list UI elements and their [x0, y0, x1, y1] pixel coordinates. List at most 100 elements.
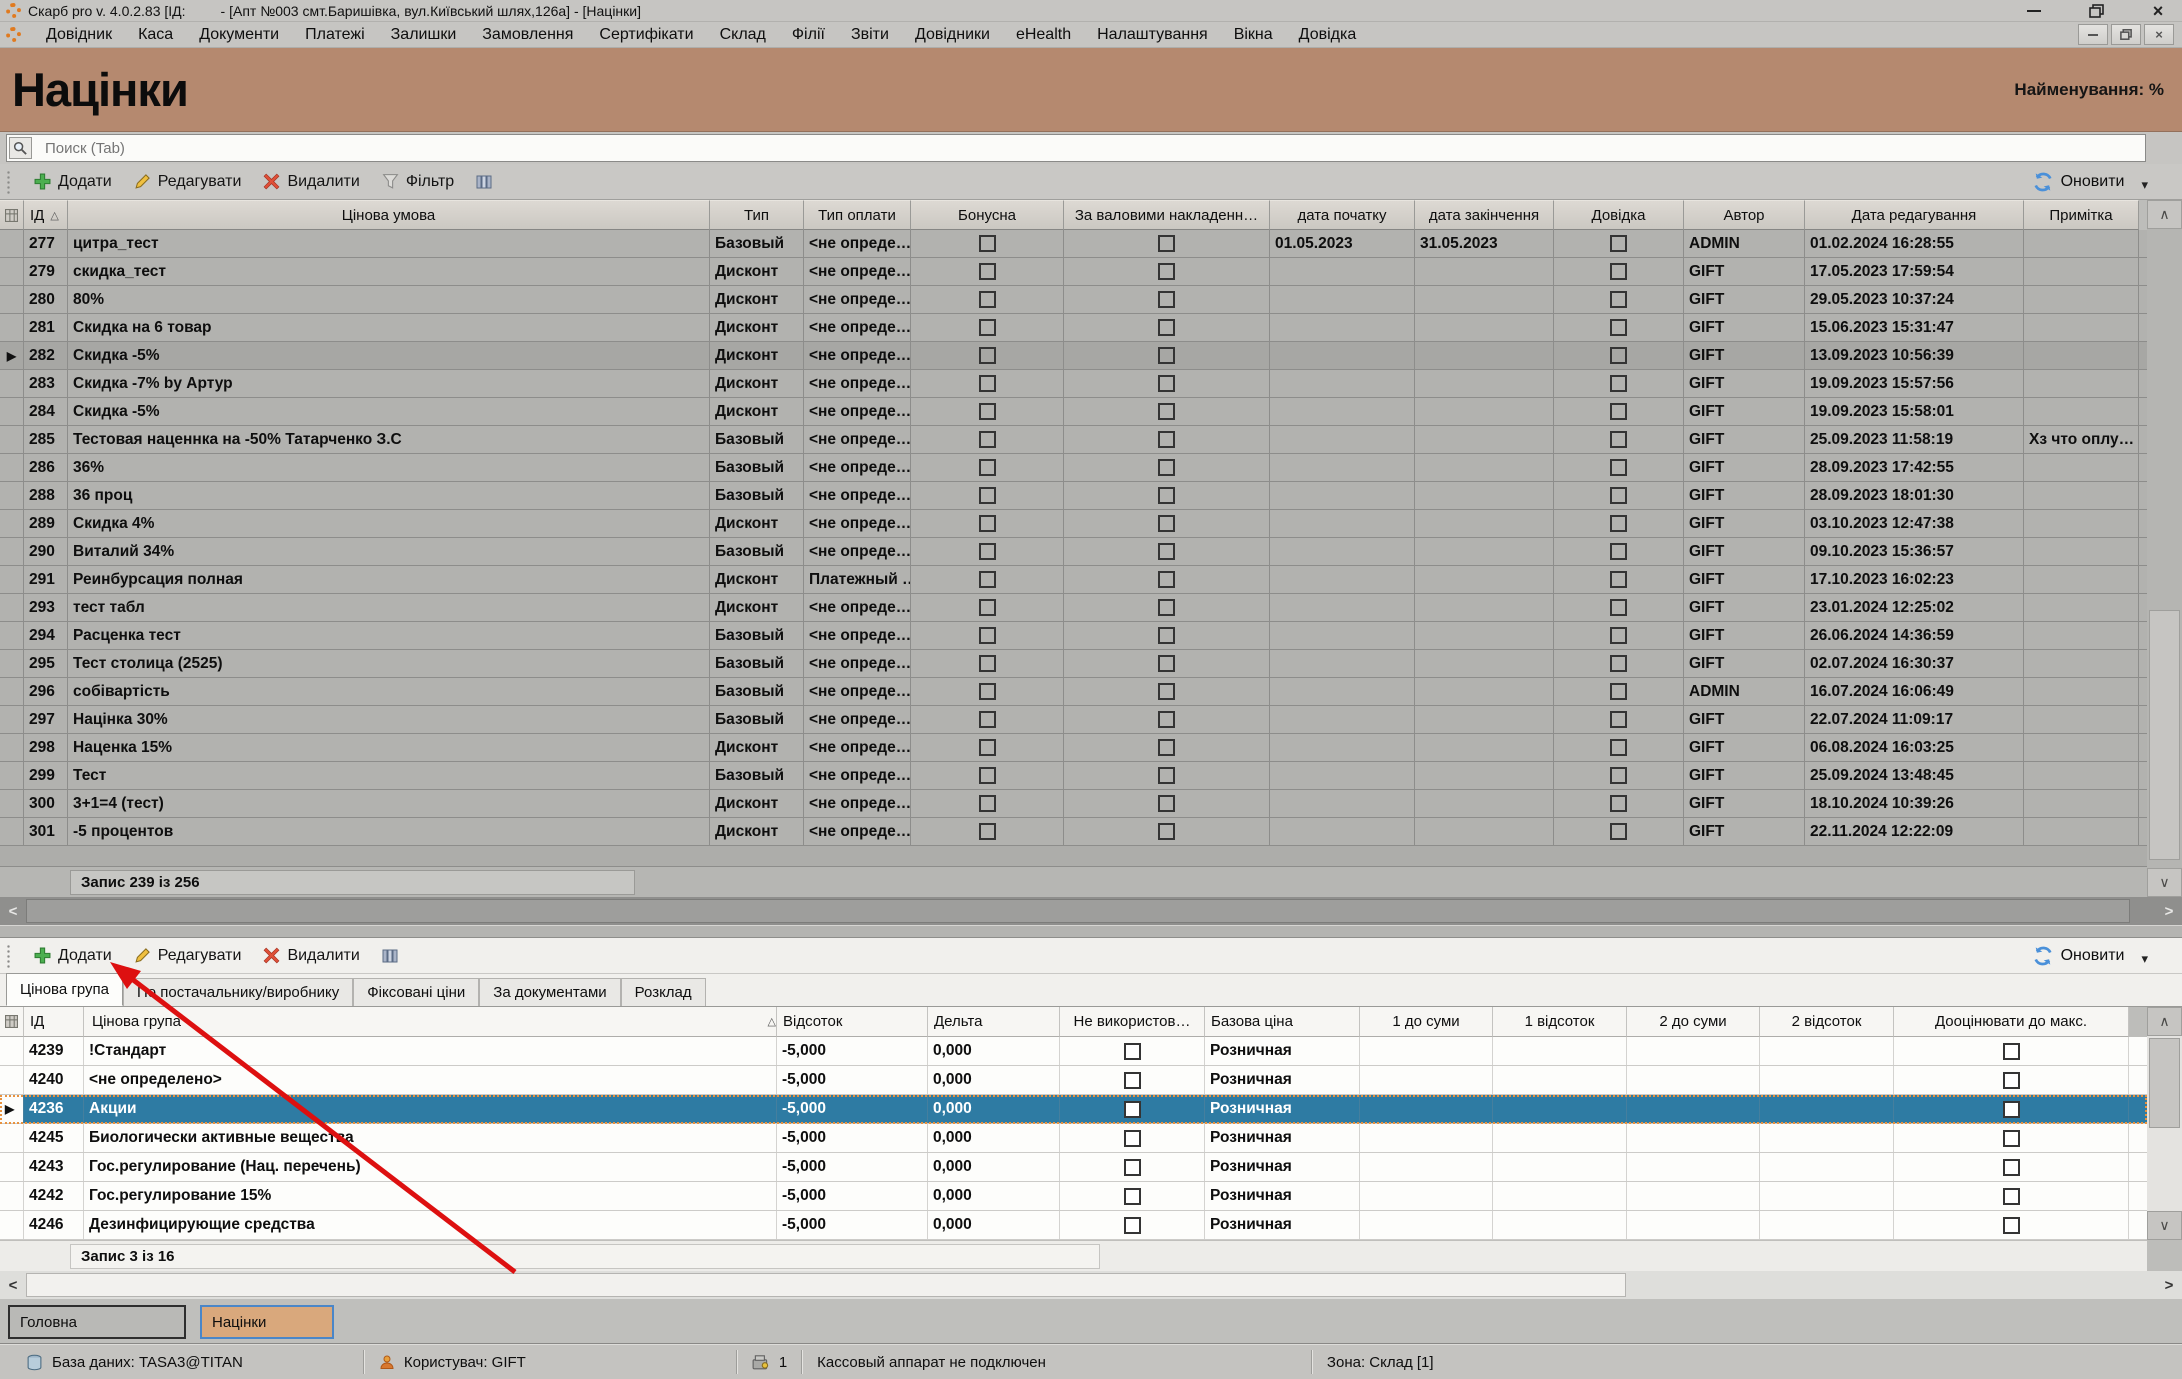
column-header-id[interactable]: ІД△: [24, 200, 68, 230]
column-header-name[interactable]: Цінова умова: [68, 200, 710, 230]
column-header-notused[interactable]: Не використов…: [1060, 1007, 1205, 1037]
column-header-group[interactable]: Цінова група△: [84, 1007, 777, 1037]
column-header-p1[interactable]: 1 відсоток: [1493, 1007, 1627, 1037]
table-row[interactable]: 297Націнка 30%Базовый<не опреде…GIFT22.0…: [0, 706, 2147, 734]
table-row[interactable]: 28636%Базовый<не опреде…GIFT28.09.2023 1…: [0, 454, 2147, 482]
checkbox-bonus-unchecked[interactable]: [979, 487, 996, 504]
table-row[interactable]: 291Реинбурсация полнаяДисконтПлатежный ……: [0, 566, 2147, 594]
checkbox-bonus-unchecked[interactable]: [979, 795, 996, 812]
checkbox-gross-unchecked[interactable]: [1158, 459, 1175, 476]
checkbox-gross-unchecked[interactable]: [1158, 403, 1175, 420]
detail-add-button[interactable]: Додати: [23, 941, 123, 971]
table-row[interactable]: 298Наценка 15%Дисконт<не опреде…GIFT06.0…: [0, 734, 2147, 762]
table-row[interactable]: 284Скидка -5%Дисконт<не опреде…GIFT19.09…: [0, 398, 2147, 426]
menu-item-3[interactable]: Документи: [186, 22, 292, 47]
checkbox-bonus-unchecked[interactable]: [979, 515, 996, 532]
vscroll-down-button[interactable]: ∨: [2147, 868, 2182, 897]
vscroll-up-button[interactable]: ∧: [2147, 1007, 2182, 1036]
vscroll-thumb[interactable]: [2149, 610, 2180, 860]
checkbox-gross-unchecked[interactable]: [1158, 655, 1175, 672]
checkbox-bonus-unchecked[interactable]: [979, 235, 996, 252]
checkbox-gross-unchecked[interactable]: [1158, 571, 1175, 588]
checkbox-gross-unchecked[interactable]: [1158, 739, 1175, 756]
checkbox-gross-unchecked[interactable]: [1158, 319, 1175, 336]
vscroll-up-button[interactable]: ∧: [2147, 200, 2182, 229]
table-row[interactable]: 285Тестовая наценнка на -50% Татарченко …: [0, 426, 2147, 454]
table-row[interactable]: 4243Гос.регулирование (Нац. перечень)-5,…: [0, 1153, 2147, 1182]
column-header-p2[interactable]: 2 відсоток: [1760, 1007, 1894, 1037]
table-row[interactable]: 4246Дезинфицирующие средства-5,0000,000Р…: [0, 1211, 2147, 1240]
checkbox-dovidka-unchecked[interactable]: [1610, 627, 1627, 644]
hscroll-right-button[interactable]: >: [2156, 1271, 2182, 1299]
checkbox-dovidka-unchecked[interactable]: [1610, 515, 1627, 532]
column-header-s1[interactable]: 1 до суми: [1360, 1007, 1493, 1037]
table-row[interactable]: 289Скидка 4%Дисконт<не опреде…GIFT03.10.…: [0, 510, 2147, 538]
column-header-bonus[interactable]: Бонусна: [911, 200, 1064, 230]
table-row[interactable]: 281Скидка на 6 товарДисконт<не опреде…GI…: [0, 314, 2147, 342]
menu-item-9[interactable]: Філії: [779, 22, 838, 47]
checkbox-gross-unchecked[interactable]: [1158, 487, 1175, 504]
checkbox-bonus-unchecked[interactable]: [979, 823, 996, 840]
column-header-end[interactable]: дата закінчення: [1415, 200, 1554, 230]
checkbox-notused-unchecked[interactable]: [1124, 1072, 1141, 1089]
checkbox-notused-unchecked[interactable]: [1124, 1217, 1141, 1234]
checkbox-bonus-unchecked[interactable]: [979, 403, 996, 420]
checkbox-bonus-unchecked[interactable]: [979, 319, 996, 336]
checkbox-dovidka-unchecked[interactable]: [1610, 459, 1627, 476]
checkbox-dovidka-unchecked[interactable]: [1610, 319, 1627, 336]
table-row[interactable]: ▶4236Акции-5,0000,000Розничная: [0, 1095, 2147, 1124]
detail-edit-button[interactable]: Редагувати: [123, 941, 253, 971]
table-row[interactable]: 28836 процБазовый<не опреде…GIFT28.09.20…: [0, 482, 2147, 510]
checkbox-max-unchecked[interactable]: [2003, 1072, 2020, 1089]
checkbox-dovidka-unchecked[interactable]: [1610, 795, 1627, 812]
splitter[interactable]: [0, 925, 2182, 938]
checkbox-bonus-unchecked[interactable]: [979, 711, 996, 728]
table-row[interactable]: ▶282Скидка -5%Дисконт<не опреде…GIFT13.0…: [0, 342, 2147, 370]
edit-button[interactable]: Редагувати: [123, 167, 253, 197]
table-row[interactable]: 277цитра_тестБазовый<не опреде…01.05.202…: [0, 230, 2147, 258]
checkbox-bonus-unchecked[interactable]: [979, 431, 996, 448]
table-row[interactable]: 28080%Дисконт<не опреде…GIFT29.05.2023 1…: [0, 286, 2147, 314]
checkbox-dovidka-unchecked[interactable]: [1610, 235, 1627, 252]
table-row[interactable]: 4245Биологически активные вещества-5,000…: [0, 1124, 2147, 1153]
checkbox-bonus-unchecked[interactable]: [979, 459, 996, 476]
checkbox-bonus-unchecked[interactable]: [979, 347, 996, 364]
mdi-restore-button[interactable]: [2111, 24, 2141, 45]
refresh-button[interactable]: Оновити ▾: [2033, 172, 2148, 192]
checkbox-dovidka-unchecked[interactable]: [1610, 543, 1627, 560]
task-tab-nacinky[interactable]: Націнки: [200, 1305, 334, 1339]
checkbox-dovidka-unchecked[interactable]: [1610, 487, 1627, 504]
main-vscrollbar[interactable]: ∧ ∨: [2147, 200, 2182, 897]
table-row[interactable]: 3003+1=4 (тест)Дисконт<не опреде…GIFT18.…: [0, 790, 2147, 818]
table-row[interactable]: 294Расценка тестБазовый<не опреде…GIFT26…: [0, 622, 2147, 650]
checkbox-gross-unchecked[interactable]: [1158, 263, 1175, 280]
menu-item-15[interactable]: Довідка: [1286, 22, 1370, 47]
detail-delete-button[interactable]: Видалити: [252, 941, 370, 971]
column-header-start[interactable]: дата початку: [1270, 200, 1415, 230]
search-input[interactable]: [6, 134, 2146, 162]
column-header-pay[interactable]: Тип оплати: [804, 200, 911, 230]
detail-hscrollbar[interactable]: < >: [0, 1271, 2182, 1299]
checkbox-notused-unchecked[interactable]: [1124, 1159, 1141, 1176]
column-header-s2[interactable]: 2 до суми: [1627, 1007, 1760, 1037]
table-row[interactable]: 301-5 процентовДисконт<не опреде…GIFT22.…: [0, 818, 2147, 846]
column-header-author[interactable]: Автор: [1684, 200, 1805, 230]
checkbox-dovidka-unchecked[interactable]: [1610, 431, 1627, 448]
restore-button[interactable]: [2086, 3, 2106, 19]
column-header-edited[interactable]: Дата редагування: [1805, 200, 2024, 230]
menu-item-4[interactable]: Платежі: [292, 22, 378, 47]
checkbox-gross-unchecked[interactable]: [1158, 823, 1175, 840]
checkbox-dovidka-unchecked[interactable]: [1610, 347, 1627, 364]
detail-columns-button[interactable]: [371, 941, 409, 971]
table-row[interactable]: 4240<не определено>-5,0000,000Розничная: [0, 1066, 2147, 1095]
checkbox-max-unchecked[interactable]: [2003, 1130, 2020, 1147]
checkbox-max-unchecked[interactable]: [2003, 1043, 2020, 1060]
menu-item-13[interactable]: Налаштування: [1084, 22, 1221, 47]
mdi-minimize-button[interactable]: [2078, 24, 2108, 45]
checkbox-dovidka-unchecked[interactable]: [1610, 767, 1627, 784]
close-button[interactable]: ×: [2148, 3, 2168, 19]
menu-item-1[interactable]: Довідник: [33, 22, 125, 47]
toolbar-grip[interactable]: [6, 170, 11, 194]
detail-tab-5[interactable]: Розклад: [621, 978, 706, 1006]
hscroll-thumb[interactable]: [26, 899, 2130, 923]
